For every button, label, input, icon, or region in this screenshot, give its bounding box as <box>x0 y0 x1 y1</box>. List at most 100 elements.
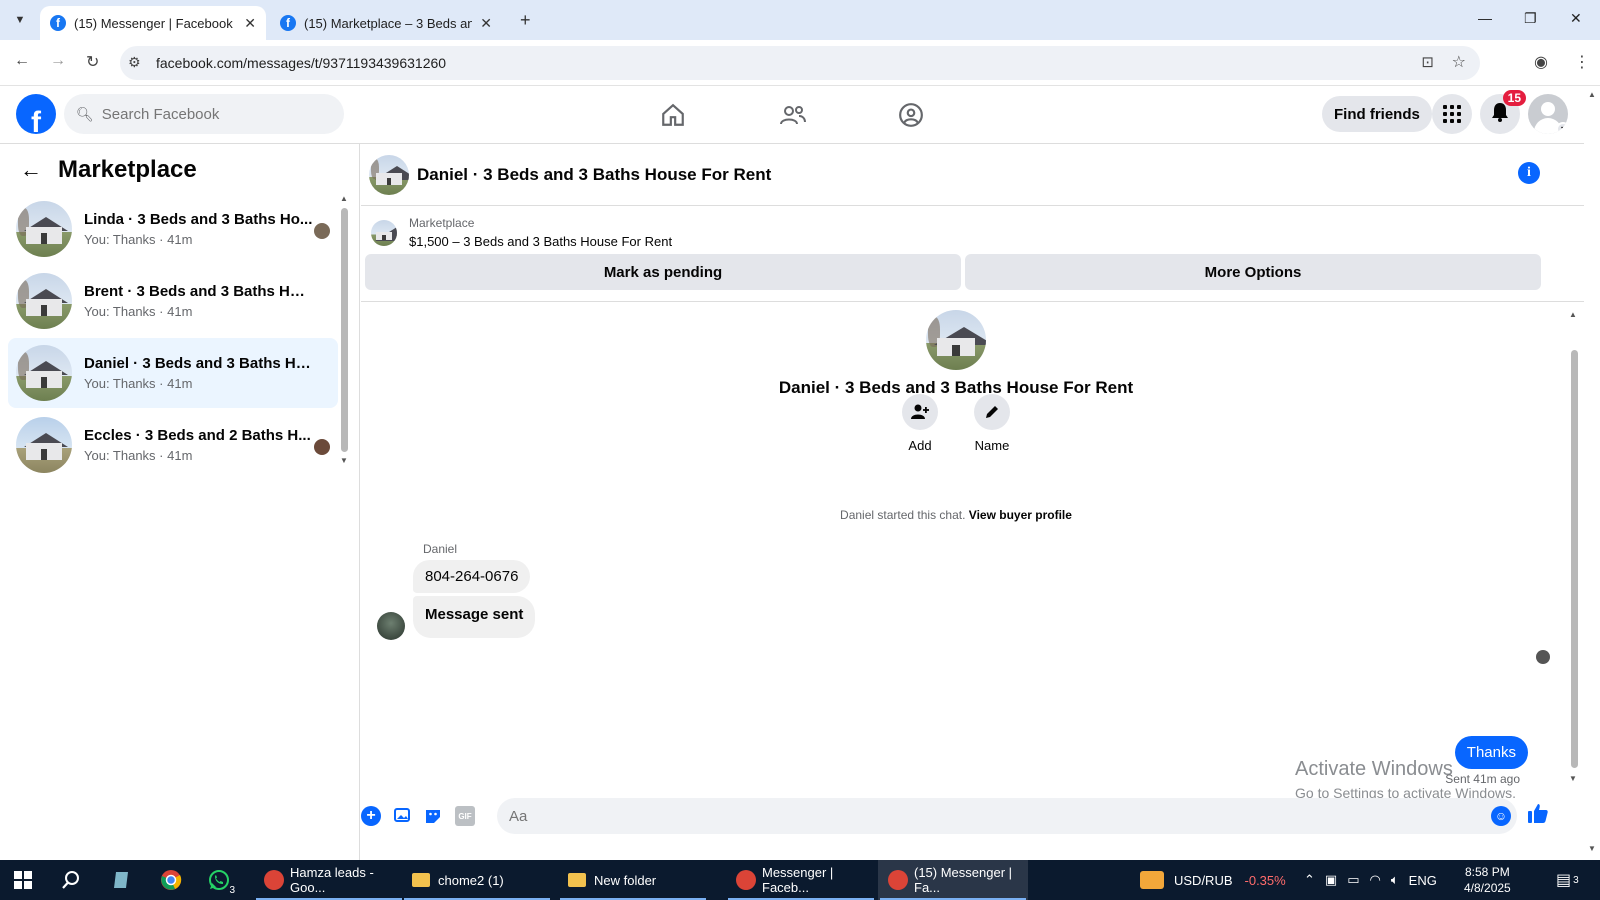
minimize-button[interactable]: — <box>1478 10 1492 26</box>
sidebar-scrollbar[interactable]: ▲ ▼ <box>340 194 348 465</box>
notifications-button[interactable]: 15 <box>1480 90 1526 134</box>
site-settings-icon[interactable]: ⚙ <box>128 54 141 71</box>
volume-icon[interactable]: 🔈︎ <box>1391 872 1399 888</box>
plus-icon[interactable]: + <box>361 806 381 826</box>
facebook-favicon-icon: f <box>50 15 66 31</box>
currency-widget[interactable]: USD/RUB -0.35% <box>1140 860 1286 900</box>
photo-icon[interactable] <box>393 806 413 826</box>
account-avatar[interactable]: ▾ <box>1528 94 1568 134</box>
menu-grid-icon[interactable] <box>1432 94 1472 134</box>
taskbar-app-messenger[interactable]: Messenger | Faceb... <box>726 860 876 900</box>
bell-icon <box>1491 102 1509 127</box>
scroll-thumb[interactable] <box>1571 350 1578 768</box>
notification-center-icon[interactable]: ▤ 3 <box>1556 860 1579 900</box>
my-message-bubble[interactable]: Thanks <box>1454 736 1528 769</box>
friends-icon[interactable] <box>776 98 810 132</box>
scroll-down-icon[interactable]: ▼ <box>340 456 348 465</box>
taskbar-app-label: Messenger | Faceb... <box>762 865 834 895</box>
reload-icon[interactable]: ↻ <box>86 52 99 72</box>
facebook-logo-icon[interactable]: f <box>16 94 56 134</box>
sticker-icon[interactable] <box>423 806 443 826</box>
forward-icon[interactable]: → <box>50 52 66 70</box>
chrome-icon[interactable] <box>158 868 184 892</box>
edit-name-button[interactable]: Name <box>974 394 1010 453</box>
taskbar-app-chome2[interactable]: chome2 (1) <box>402 860 552 900</box>
sent-status: Sent 41m ago <box>1445 772 1520 786</box>
scroll-up-icon[interactable]: ▲ <box>1588 90 1596 99</box>
bookmark-star-icon[interactable]: ☆ <box>1452 52 1466 72</box>
taskbar-app-messenger-active[interactable]: (15) Messenger | Fa... <box>878 860 1028 900</box>
clock[interactable]: 8:58 PM 4/8/2025 <box>1464 864 1511 896</box>
taskbar-app-new-folder[interactable]: New folder <box>558 860 708 900</box>
widget-app-icon[interactable] <box>108 868 134 892</box>
conversation-name: Linda · 3 Beds and 3 Baths Ho... <box>84 211 313 228</box>
listing-price[interactable]: $1,500 – 3 Beds and 3 Baths House For Re… <box>409 234 672 249</box>
back-arrow-icon[interactable]: ← <box>20 157 42 183</box>
gif-icon[interactable]: GIF <box>455 806 475 826</box>
new-tab-button[interactable]: + <box>520 10 531 31</box>
profile-icon[interactable]: ◉ <box>1534 52 1548 72</box>
message-bubble[interactable]: 804-264-0676 <box>413 560 531 593</box>
chrome-icon <box>736 870 756 890</box>
meet-icon[interactable]: ▣ <box>1325 872 1337 888</box>
back-icon[interactable]: ← <box>14 52 30 70</box>
tab-messenger[interactable]: f (15) Messenger | Facebook ✕ <box>40 6 266 40</box>
message-input[interactable] <box>509 807 1469 825</box>
chat-title[interactable]: Daniel · 3 Beds and 3 Baths House For Re… <box>417 165 771 185</box>
scroll-down-icon[interactable]: ▼ <box>1588 844 1596 853</box>
message-bubble[interactable]: Message sent <box>413 596 536 638</box>
message-input-box[interactable] <box>497 798 1517 834</box>
conversation-item-brent[interactable]: Brent · 3 Beds and 3 Baths Hous... You: T… <box>8 266 338 336</box>
thumbs-up-icon[interactable] <box>1527 802 1549 830</box>
scroll-up-icon[interactable]: ▲ <box>340 194 348 203</box>
sidebar-title: Marketplace <box>58 156 197 183</box>
groups-icon[interactable] <box>894 98 928 132</box>
chrome-icon <box>264 870 284 890</box>
search-icon: 🔍︎ <box>76 105 94 122</box>
mark-as-pending-button[interactable]: Mark as pending <box>365 254 961 290</box>
omnibox[interactable]: ⚙ facebook.com/messages/t/93711934396312… <box>120 46 1480 80</box>
add-person-button[interactable]: Add <box>902 394 938 453</box>
scroll-down-icon[interactable]: ▼ <box>1569 774 1577 783</box>
search-input[interactable] <box>101 105 322 123</box>
close-tab-icon[interactable]: ✕ <box>244 15 256 32</box>
sender-avatar[interactable] <box>377 612 405 640</box>
home-icon[interactable] <box>656 98 690 132</box>
started-text: Daniel started this chat. <box>840 508 966 522</box>
conversation-item-linda[interactable]: Linda · 3 Beds and 3 Baths Ho... You: Tha… <box>8 194 338 264</box>
find-friends-button[interactable]: Find friends <box>1322 96 1432 132</box>
whatsapp-icon[interactable]: 3 <box>206 868 238 896</box>
install-app-icon[interactable]: ⊡ <box>1421 53 1434 71</box>
start-windows-icon[interactable] <box>10 868 36 892</box>
chat-scrollbar[interactable]: ▲ ▼ <box>1569 310 1579 790</box>
wifi-icon[interactable]: ◠ <box>1370 872 1381 888</box>
page-scrollbar[interactable]: ▲ ▼ <box>1584 86 1600 860</box>
taskbar-app-hamza-leads[interactable]: Hamza leads - Goo... <box>254 860 404 900</box>
url-text[interactable]: facebook.com/messages/t/9371193439631260 <box>156 55 446 71</box>
sender-name: Daniel <box>423 542 458 556</box>
tab-search-chevron-icon[interactable]: ▼ <box>8 8 32 32</box>
search-icon[interactable] <box>58 868 84 892</box>
restore-button[interactable]: ❐ <box>1524 10 1537 27</box>
tray-chevron-up-icon[interactable]: ⌃ <box>1304 872 1315 888</box>
chat-thumbnail[interactable] <box>369 154 409 195</box>
more-options-button[interactable]: More Options <box>965 254 1541 290</box>
info-icon[interactable]: i <box>1518 162 1540 184</box>
view-buyer-profile-link[interactable]: View buyer profile <box>969 508 1072 522</box>
browser-menu-icon[interactable]: ⋮ <box>1574 52 1590 72</box>
language-indicator[interactable]: ENG <box>1409 873 1437 888</box>
facebook-search[interactable]: 🔍︎ <box>64 94 344 134</box>
currency-pair: USD/RUB <box>1174 872 1233 888</box>
chat-header: Daniel · 3 Beds and 3 Baths House For Re… <box>361 144 1584 206</box>
conversation-preview: You: Thanks · 41m <box>84 232 193 247</box>
close-tab-icon[interactable]: ✕ <box>480 15 492 32</box>
battery-icon[interactable]: ▭ <box>1347 872 1359 888</box>
conversation-item-eccles[interactable]: Eccles · 3 Beds and 2 Baths H... You: Tha… <box>8 410 338 480</box>
conversation-item-daniel[interactable]: Daniel · 3 Beds and 3 Baths Hou... You: T… <box>8 338 338 408</box>
emoji-icon[interactable]: ☺ <box>1491 806 1511 826</box>
tab-marketplace[interactable]: f (15) Marketplace – 3 Beds and 3 ✕ <box>270 6 502 40</box>
scroll-up-icon[interactable]: ▲ <box>1569 310 1577 319</box>
scroll-thumb[interactable] <box>341 208 348 452</box>
close-window-button[interactable]: ✕ <box>1570 10 1582 27</box>
conversation-preview: You: Thanks · 41m <box>84 448 193 463</box>
